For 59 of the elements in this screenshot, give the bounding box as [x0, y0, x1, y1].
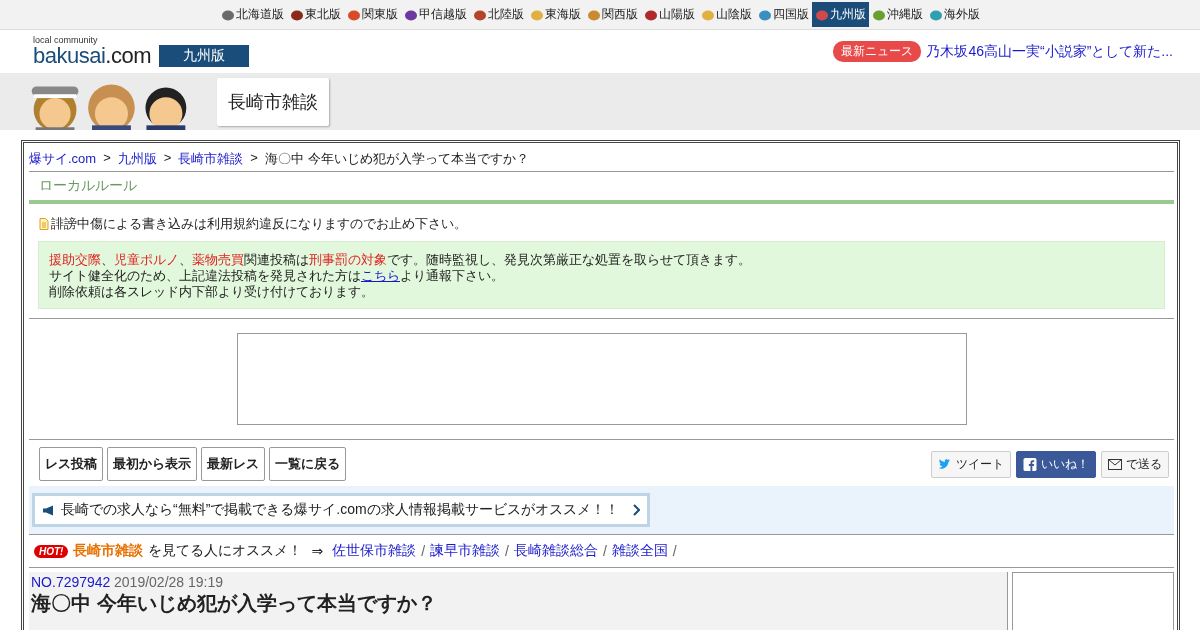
- megaphone-icon: [42, 503, 56, 517]
- arrow-glyph: ⇒: [311, 543, 324, 559]
- news-headline-link[interactable]: 乃木坂46高山一実“小説家”として新た...: [926, 42, 1173, 61]
- notice-text: サイト健全化のため、上記違法投稿を発見された方はこちら より通報下さい。: [49, 268, 505, 284]
- region-tab[interactable]: 関東版: [343, 2, 401, 27]
- region-tab[interactable]: 山陽版: [640, 2, 698, 27]
- region-tab[interactable]: 北海道版: [217, 2, 287, 27]
- hot-badge: HOT!: [34, 544, 69, 558]
- action-button[interactable]: 最初から表示: [107, 447, 197, 481]
- mail-button[interactable]: で送る: [1101, 450, 1169, 478]
- f-letter-icon: [1023, 457, 1037, 471]
- chevron-right-icon: [631, 504, 640, 516]
- envelope-icon: [1108, 457, 1122, 471]
- local-rules-heading: ローカルルール: [29, 172, 1174, 204]
- recommend-text: を見てる人にオススメ！: [148, 542, 303, 560]
- related-board-link[interactable]: 長崎雑談総合: [513, 542, 598, 560]
- breadcrumb-link[interactable]: 長崎市雑談: [178, 150, 244, 168]
- link-separator: /: [421, 543, 426, 559]
- action-button[interactable]: 最新レス: [201, 447, 265, 481]
- like-button[interactable]: いいね！: [1016, 450, 1096, 478]
- related-board-link[interactable]: 雑談全国: [611, 542, 668, 560]
- region-tab[interactable]: 東海版: [526, 2, 584, 27]
- post-date: 2019/02/28 19:19: [114, 574, 224, 590]
- region-tab[interactable]: 東北版: [286, 2, 344, 27]
- rule-text: 誹謗中傷による書き込みは利用規約違反になりますのでお止め下さい。: [51, 215, 467, 233]
- region-tab[interactable]: 甲信越版: [400, 2, 470, 27]
- edition-label: 九州版: [159, 44, 250, 67]
- breadcrumb-link[interactable]: 爆サイ.com: [29, 150, 97, 168]
- document-icon: [39, 218, 49, 230]
- region-tab[interactable]: 山陰版: [697, 2, 755, 27]
- breadcrumb-link[interactable]: 九州版: [117, 150, 157, 168]
- link-separator: /: [505, 543, 509, 559]
- region-tab[interactable]: 沖縄版: [868, 2, 926, 27]
- notice-text: 援助交際、児童ポルノ、薬物売買関連投稿は刑事罰の対象です。随時監視し、発見次第厳正な処置を取らせて頂きます。: [49, 252, 752, 268]
- bird-icon: [938, 457, 952, 471]
- post-number[interactable]: NO.7297942: [31, 574, 111, 590]
- action-button[interactable]: 一覧に戻る: [269, 447, 346, 481]
- board-title: 長崎市雑談: [217, 77, 329, 126]
- notice-text: 削除依頼は各スレッド内下部より受け付けております。: [49, 284, 375, 300]
- link-separator: /: [602, 543, 607, 559]
- post-title: 海〇中 今年いじめ犯が入学って本当ですか？: [31, 592, 438, 614]
- breadcrumb-separator: >: [250, 150, 258, 167]
- news-badge: 最新ニュース: [833, 41, 922, 62]
- related-board-link[interactable]: 佐世保市雑談: [332, 542, 417, 560]
- related-board-link[interactable]: 諫早市雑談: [430, 542, 501, 560]
- region-tab[interactable]: 九州版: [811, 2, 869, 27]
- link-separator: /: [672, 543, 677, 559]
- breadcrumb-current: 海〇中 今年いじめ犯が入学って本当ですか？: [264, 150, 529, 168]
- region-tab[interactable]: 北陸版: [469, 2, 527, 27]
- region-tab[interactable]: 海外版: [925, 2, 983, 27]
- region-tab[interactable]: 関西版: [583, 2, 641, 27]
- report-link[interactable]: こちら: [361, 268, 400, 283]
- region-tab[interactable]: 四国版: [754, 2, 812, 27]
- tweet-button[interactable]: ツイート: [931, 450, 1011, 478]
- promo-link[interactable]: 長崎での求人なら“無料”で掲載できる爆サイ.comの求人情報掲載サービスがオススメ！！: [32, 493, 650, 527]
- action-button[interactable]: レス投稿: [39, 447, 103, 481]
- breadcrumb-separator: >: [163, 150, 172, 167]
- site-logo[interactable]: local community bakusai.com: [33, 36, 152, 67]
- breadcrumb-separator: >: [103, 150, 111, 167]
